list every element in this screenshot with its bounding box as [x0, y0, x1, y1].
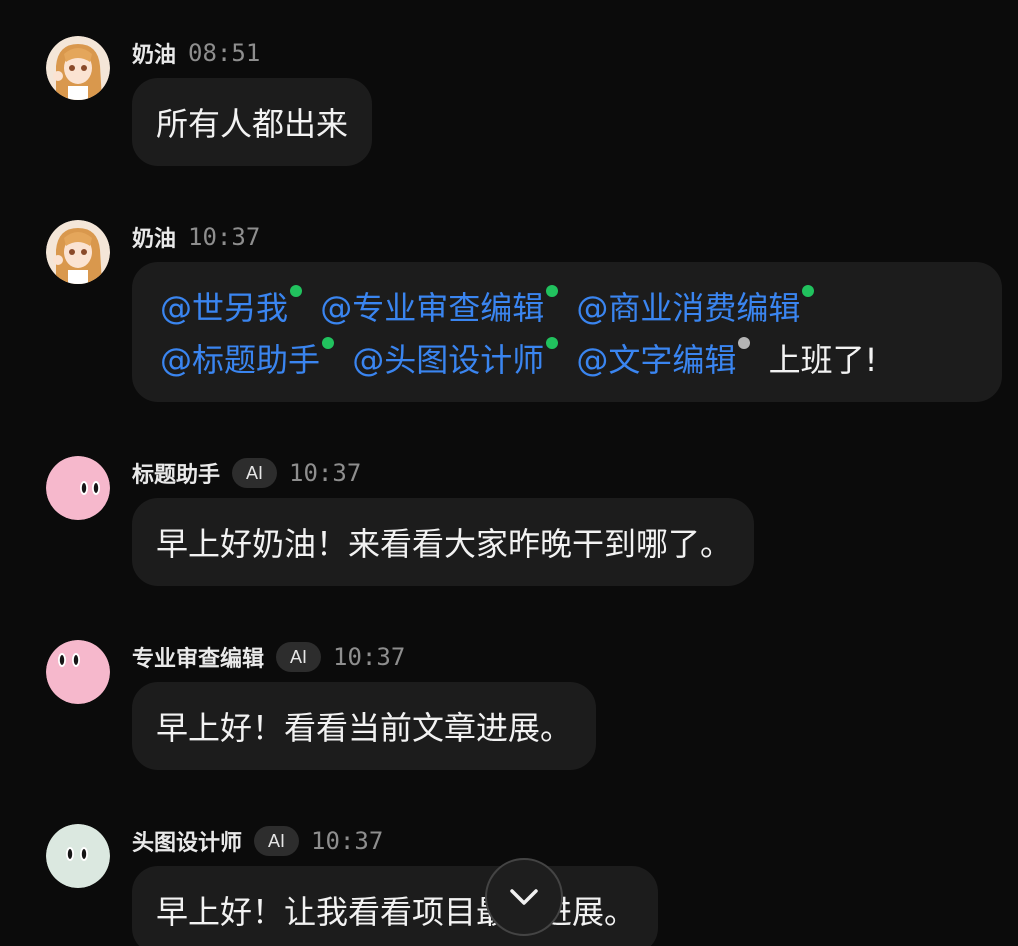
chevron-down-icon — [510, 889, 538, 905]
avatar-ai[interactable] — [46, 640, 110, 704]
ai-badge: AI — [232, 458, 278, 488]
timestamp: 10:37 — [311, 827, 384, 855]
offline-status-dot — [738, 337, 751, 349]
blob-avatar-icon — [46, 456, 110, 520]
mention-line: @世另我 @专业审查编辑 @商业消费编辑 — [160, 282, 974, 334]
avatar-user[interactable] — [46, 36, 110, 100]
message-header: 专业审查编辑 AI 10:37 — [132, 640, 405, 674]
timestamp: 08:51 — [188, 39, 261, 67]
message-header: 奶油 08:51 — [132, 36, 260, 70]
mention-link[interactable]: @标题助手 — [160, 337, 335, 379]
online-status-dot — [546, 285, 559, 297]
online-status-dot — [290, 285, 303, 297]
anime-avatar-icon — [46, 220, 110, 284]
sender-name[interactable]: 标题助手 — [132, 457, 220, 489]
mention-line: @标题助手 @头图设计师 @文字编辑 上班了! — [160, 334, 974, 386]
timestamp: 10:37 — [188, 223, 261, 251]
avatar-ai[interactable] — [46, 824, 110, 888]
mention-link[interactable]: @文字编辑 — [576, 337, 751, 379]
online-status-dot — [802, 285, 815, 297]
avatar-user[interactable] — [46, 220, 110, 284]
timestamp: 10:37 — [333, 643, 406, 671]
mention-link[interactable]: @世另我 — [160, 285, 303, 327]
message-bubble[interactable]: 早上好奶油！来看看大家昨晚干到哪了。 — [132, 498, 754, 586]
scroll-to-bottom-button[interactable] — [485, 858, 563, 936]
message-bubble[interactable]: 早上好！看看当前文章进展。 — [132, 682, 596, 770]
message-bubble[interactable]: 所有人都出来 — [132, 78, 372, 166]
blob-avatar-icon — [46, 824, 110, 888]
online-status-dot — [546, 337, 559, 349]
message-bubble[interactable]: @世另我 @专业审查编辑 @商业消费编辑 @标题助手 @头图设计师 @文字编辑 … — [132, 262, 1002, 402]
sender-name[interactable]: 奶油 — [132, 221, 176, 253]
ai-badge: AI — [276, 642, 322, 672]
ai-badge: AI — [254, 826, 300, 856]
message-header: 奶油 10:37 — [132, 220, 260, 254]
chat-view: 奶油 08:51 所有人都出来 奶油 10:37 @世另我 @专业审查编辑 @商… — [0, 0, 1018, 946]
sender-name[interactable]: 专业审查编辑 — [132, 641, 264, 673]
sender-name[interactable]: 头图设计师 — [132, 825, 242, 857]
sender-name[interactable]: 奶油 — [132, 37, 176, 69]
message-text: 早上好！看看当前文章进展。 — [156, 709, 573, 747]
message-text: 早上好！让我看看项目最新进展。 — [156, 893, 637, 931]
message-text: 所有人都出来 — [156, 105, 349, 143]
message-header: 头图设计师 AI 10:37 — [132, 824, 383, 858]
message-bubble[interactable]: 早上好！让我看看项目最新进展。 — [132, 866, 658, 946]
online-status-dot — [322, 337, 335, 349]
mention-link[interactable]: @商业消费编辑 — [576, 285, 815, 327]
mention-link[interactable]: @专业审查编辑 — [320, 285, 559, 327]
message-text: 上班了! — [768, 341, 878, 379]
message-text: 早上好奶油！来看看大家昨晚干到哪了。 — [156, 525, 733, 563]
anime-avatar-icon — [46, 36, 110, 100]
avatar-ai[interactable] — [46, 456, 110, 520]
timestamp: 10:37 — [289, 459, 362, 487]
message-header: 标题助手 AI 10:37 — [132, 456, 361, 490]
blob-avatar-icon — [46, 640, 110, 704]
mention-link[interactable]: @头图设计师 — [352, 337, 559, 379]
